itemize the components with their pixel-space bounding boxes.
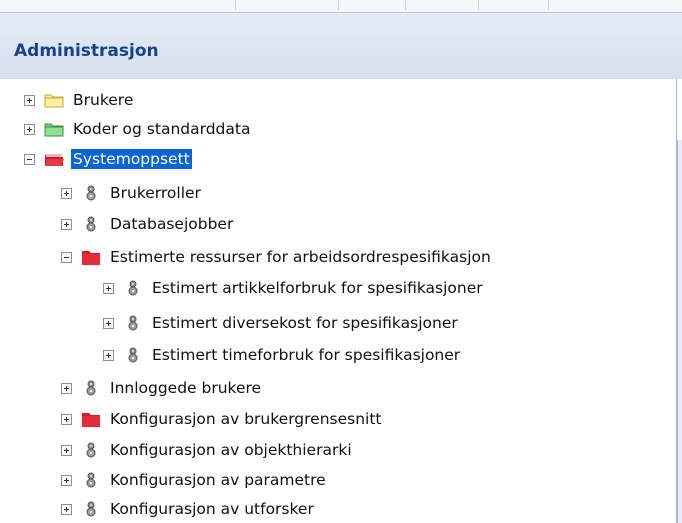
folder-red-open-icon: [43, 150, 65, 168]
tree-item-innloggede-brukere[interactable]: Innloggede brukere: [61, 374, 263, 402]
expand-icon[interactable]: [61, 218, 72, 230]
panel-header: Administrasjon: [0, 13, 682, 79]
tree-item-label: Konfigurasjon av utforsker: [110, 500, 314, 518]
gear-icon: [80, 379, 102, 397]
expand-icon[interactable]: [24, 123, 35, 135]
folder-red-icon: [80, 248, 102, 266]
tree-item-konfigurasjon-utforsker[interactable]: Konfigurasjon av utforsker: [61, 495, 316, 523]
navigation-tree: Brukere Koder og standarddata Systemopps…: [0, 79, 677, 523]
expand-icon[interactable]: [61, 382, 72, 394]
tree-item-brukerroller[interactable]: Brukerroller: [61, 179, 203, 207]
tree-item-koder-og-standarddata[interactable]: Koder og standarddata: [24, 115, 252, 143]
tree-item-label: Konfigurasjon av parametre: [110, 471, 326, 489]
tree-item-label: Databasejobber: [110, 215, 234, 233]
tree-item-konfigurasjon-objekthierarki[interactable]: Konfigurasjon av objekthierarki: [61, 436, 354, 464]
expand-icon[interactable]: [61, 474, 72, 486]
tree-item-systemoppsett[interactable]: Systemoppsett: [24, 145, 192, 173]
tree-item-brukere[interactable]: Brukere: [24, 86, 135, 114]
tree-item-konfigurasjon-parametre[interactable]: Konfigurasjon av parametre: [61, 466, 328, 494]
gear-icon: [80, 441, 102, 459]
tree-item-estimert-timeforbruk[interactable]: Estimert timeforbruk for spesifikasjoner: [103, 341, 462, 369]
tree-item-konfigurasjon-brukergrensesnitt[interactable]: Konfigurasjon av brukergrensesnitt: [61, 405, 384, 433]
tree-item-label: Innloggede brukere: [110, 379, 262, 397]
expand-icon[interactable]: [103, 317, 114, 329]
gear-icon: [80, 215, 102, 233]
gear-icon: [122, 314, 144, 332]
tree-item-estimert-artikkelforbruk[interactable]: Estimert artikkelforbruk for spesifikasj…: [103, 274, 485, 302]
tree-item-label: Brukere: [73, 91, 134, 109]
expand-icon[interactable]: [103, 282, 114, 294]
gear-icon: [80, 471, 102, 489]
tree-item-label: Estimert diversekost for spesifikasjoner: [152, 314, 458, 332]
collapse-icon[interactable]: [24, 153, 35, 165]
tree-item-label: Konfigurasjon av brukergrensesnitt: [110, 410, 382, 428]
tree-item-label: Systemoppsett: [71, 149, 192, 169]
collapse-icon[interactable]: [61, 251, 72, 263]
folder-red-icon: [80, 410, 102, 428]
panel-title: Administrasjon: [14, 41, 159, 61]
right-scroll-edge[interactable]: [677, 140, 682, 523]
tree-item-label: Konfigurasjon av objekthierarki: [110, 441, 352, 459]
folder-yellow-icon: [43, 91, 65, 109]
tree-item-databasejobber[interactable]: Databasejobber: [61, 210, 235, 238]
gear-icon: [122, 346, 144, 364]
tree-item-label: Estimert timeforbruk for spesifikasjoner: [152, 346, 461, 364]
tree-item-label: Brukerroller: [110, 184, 201, 202]
expand-icon[interactable]: [61, 503, 72, 515]
gear-icon: [80, 500, 102, 518]
tree-item-estimerte-ressurser[interactable]: Estimerte ressurser for arbeidsordrespes…: [61, 243, 493, 271]
expand-icon[interactable]: [24, 94, 35, 106]
gear-icon: [80, 184, 102, 202]
expand-icon[interactable]: [61, 413, 72, 425]
gear-icon: [122, 279, 144, 297]
tree-item-label: Estimerte ressurser for arbeidsordrespes…: [110, 248, 491, 266]
top-toolbar-strip: [0, 0, 682, 13]
expand-icon[interactable]: [61, 444, 72, 456]
expand-icon[interactable]: [103, 349, 114, 361]
folder-green-icon: [43, 120, 65, 138]
tree-item-estimert-diversekost[interactable]: Estimert diversekost for spesifikasjoner: [103, 309, 460, 337]
tree-item-label: Koder og standarddata: [73, 120, 251, 138]
expand-icon[interactable]: [61, 187, 72, 199]
tree-item-label: Estimert artikkelforbruk for spesifikasj…: [152, 279, 483, 297]
